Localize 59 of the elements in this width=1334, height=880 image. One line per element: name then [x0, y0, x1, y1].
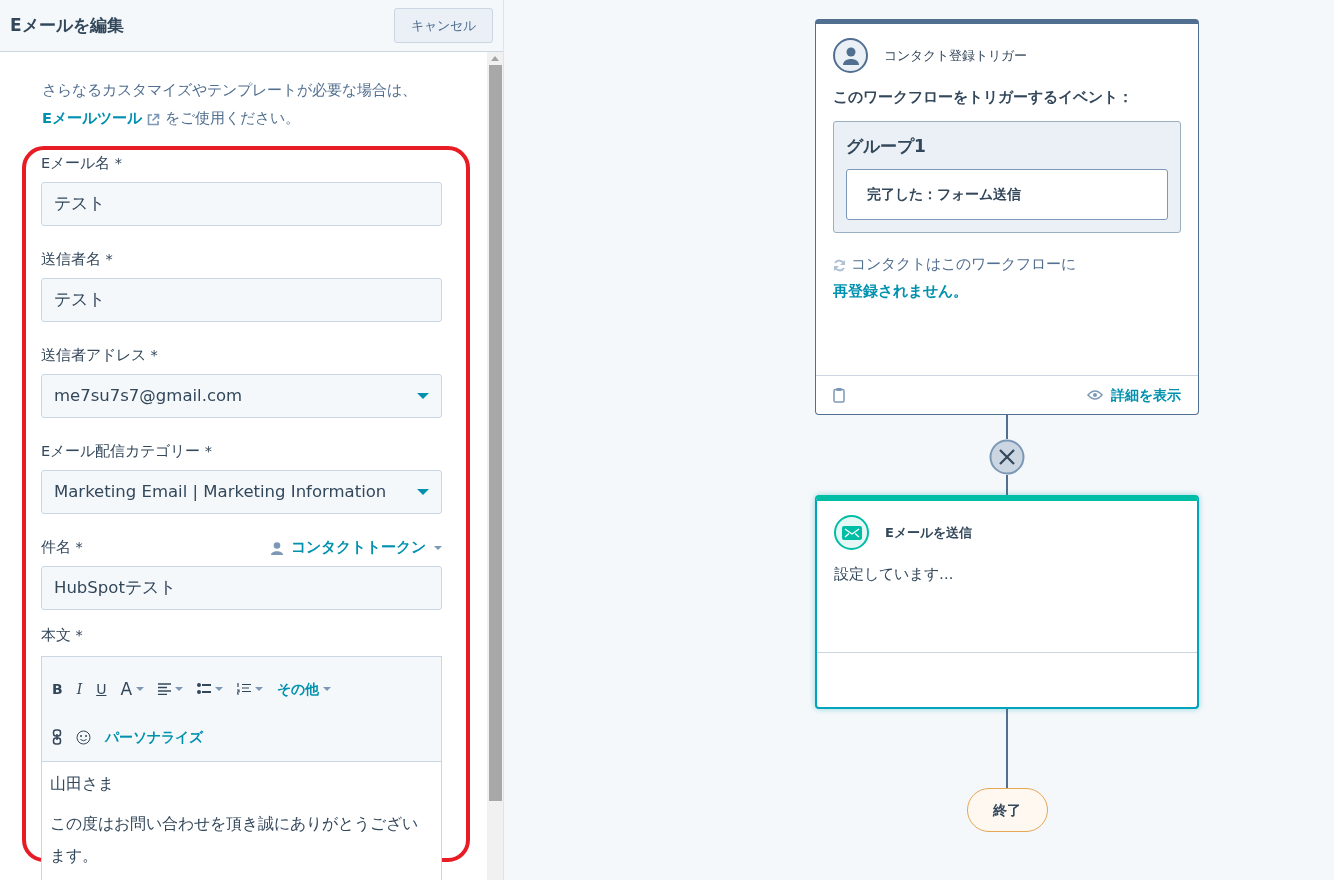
numbered-list-icon[interactable]	[237, 683, 252, 695]
dropdown-field[interactable]: me7su7s7@gmail.com	[41, 374, 442, 418]
field-label: 送信者アドレス *	[41, 346, 158, 366]
trigger-card[interactable]: コンタクト登録トリガー このワークフローをトリガーするイベント： グループ1 完了した：フォーム送信 コンタクトはこのワークフローに 再登録されません。 詳細を表示	[815, 19, 1199, 415]
link-icon[interactable]	[52, 729, 62, 745]
person-icon	[271, 541, 283, 555]
reenroll-link[interactable]: 再登録されません。	[833, 283, 968, 300]
group-title: グループ1	[846, 134, 927, 158]
refresh-icon	[833, 258, 846, 272]
scrollbar[interactable]	[487, 52, 503, 880]
close-icon[interactable]	[989, 439, 1025, 475]
smiley-icon[interactable]	[76, 729, 91, 745]
dropdown-field[interactable]: Marketing Email | Marketing Information	[41, 470, 442, 514]
body-paragraph: 山田さま	[50, 774, 115, 795]
field-label: 送信者名 *	[41, 250, 113, 270]
external-link-icon[interactable]	[146, 112, 160, 126]
trigger-heading: このワークフローをトリガーするイベント：	[832, 88, 1134, 107]
card-title: コンタクト登録トリガー	[884, 46, 1027, 65]
email-tool-link[interactable]: Eメールツール	[42, 110, 160, 126]
caret-icon	[175, 687, 184, 691]
text-color-button[interactable]: A	[120, 680, 133, 698]
bullet-list-icon[interactable]	[197, 683, 212, 695]
view-details-link[interactable]: 詳細を表示	[1087, 384, 1181, 406]
card-title: Eメールを送信	[885, 523, 972, 542]
text-field[interactable]: テスト	[41, 182, 442, 226]
caret-icon	[136, 687, 145, 691]
contact-token-link[interactable]: コンタクトトークン	[271, 537, 442, 559]
eye-icon	[1087, 390, 1103, 400]
underline-button[interactable]: U	[96, 678, 107, 700]
reenroll-text: コンタクトはこのワークフローに 再登録されません。	[832, 255, 1077, 302]
send-email-card[interactable]: Eメールを送信 設定しています…	[815, 495, 1199, 709]
bold-button[interactable]: B	[52, 678, 63, 700]
field-label: Eメール配信カテゴリー *	[41, 442, 213, 462]
text-field[interactable]: HubSpotテスト	[41, 566, 442, 610]
caret-icon	[434, 546, 442, 550]
caret-icon	[417, 489, 429, 495]
cancel-button[interactable]: キャンセル	[394, 7, 493, 44]
panel-title: Eメールを編集	[10, 15, 124, 36]
caret-icon	[417, 393, 429, 399]
field-label: 件名 *	[41, 538, 83, 558]
text-field[interactable]: テスト	[41, 278, 442, 322]
person-avatar-icon	[833, 38, 868, 73]
scrollbar-thumb[interactable]	[488, 65, 502, 801]
field-label: 本文 *	[41, 626, 84, 646]
criteria-item[interactable]: 完了した：フォーム送信	[846, 169, 1168, 221]
email-body-editor[interactable]: 山田さま この度はお問い合わせを頂き誠にありがとうございます。	[41, 761, 442, 880]
caret-icon	[323, 687, 332, 691]
intro-text: さらなるカスタマイズやテンプレートが必要な場合は、 Eメールツール をご使用ください。	[41, 81, 418, 128]
caret-icon	[215, 687, 224, 691]
align-icon[interactable]	[158, 683, 172, 695]
clipboard-icon[interactable]	[833, 387, 845, 403]
more-menu-button[interactable]: その他	[277, 678, 320, 700]
envelope-icon	[834, 515, 869, 550]
italic-button[interactable]: I	[76, 678, 83, 700]
body-paragraph: この度はお問い合わせを頂き誠にありがとうございます。	[50, 814, 419, 867]
status-text: 設定しています…	[833, 565, 955, 584]
caret-icon	[255, 687, 264, 691]
field-label: Eメール名 *	[41, 154, 123, 174]
end-node[interactable]: 終了	[966, 788, 1048, 832]
